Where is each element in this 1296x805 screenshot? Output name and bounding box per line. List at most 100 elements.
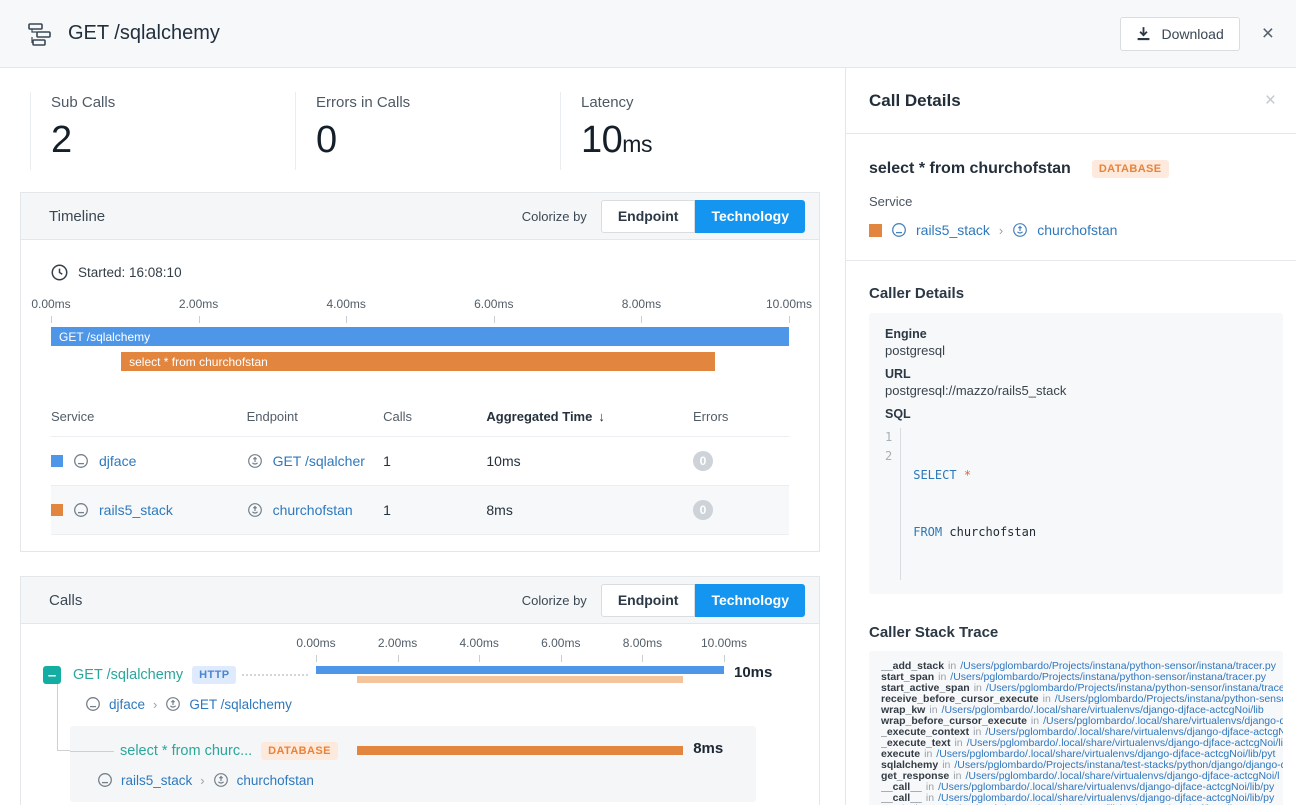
stack-frame-function: start_span: [881, 672, 934, 683]
database-badge: DATABASE: [1092, 160, 1169, 178]
stack-frame-path-link[interactable]: /Users/pglombardo/.local/share/virtualen…: [938, 793, 1274, 804]
stack-frame-path-link[interactable]: /Users/pglombardo/.local/share/virtualen…: [938, 782, 1274, 793]
stack-frame: _execute_textin/Users/pglombardo/.local/…: [881, 738, 1283, 749]
stack-frame-function: sqlalchemy: [881, 760, 938, 771]
col-calls[interactable]: Calls: [383, 401, 486, 437]
selected-call-block[interactable]: select * from churc... DATABASE 8ms rail…: [70, 726, 756, 802]
call-bar-database[interactable]: [357, 746, 683, 755]
toggle-technology-button[interactable]: Technology: [695, 584, 805, 617]
url-value: postgresql://mazzo/rails5_stack: [885, 383, 1267, 398]
stat-errors-in-calls: Errors in Calls 0: [295, 92, 560, 170]
stack-frame: wrap_before_cursor_executein/Users/pglom…: [881, 716, 1283, 727]
trace-detail-area: Sub Calls 2 Errors in Calls 0 Latency 10…: [0, 68, 845, 805]
engine-label: Engine: [885, 327, 1267, 341]
timeline-card-header: Timeline Colorize by Endpoint Technology: [21, 193, 819, 240]
service-link[interactable]: rails5_stack: [916, 222, 990, 238]
colorize-toggle: Endpoint Technology: [601, 584, 805, 617]
col-aggregated-time[interactable]: Aggregated Time↓: [486, 401, 693, 437]
endpoint-link[interactable]: GET /sqlalchemy: [189, 697, 292, 712]
timeline-bar-http[interactable]: GET /sqlalchemy: [51, 327, 789, 346]
call-name[interactable]: GET /sqlalchemy: [73, 667, 183, 683]
stack-trace-lines: __add_stackin/Users/pglombardo/Projects/…: [881, 661, 1283, 805]
stack-frame-path-link[interactable]: /Users/pglombardo/Projects/instana/test-…: [954, 760, 1283, 771]
stack-frame-path-link[interactable]: /Users/pglombardo/.local/share/virtualen…: [936, 749, 1275, 760]
endpoint-link[interactable]: churchofstan: [1037, 222, 1117, 238]
window-header: GET /sqlalchemy Download ×: [0, 0, 1296, 68]
stack-frame-path-link[interactable]: /Users/pglombardo/.local/share/virtualen…: [985, 727, 1283, 738]
call-details-panel: Call Details × select * from churchofsta…: [845, 68, 1296, 805]
stack-frame-function: execute: [881, 749, 920, 760]
colorize-label: Colorize by: [522, 209, 587, 224]
col-endpoint[interactable]: Endpoint: [247, 401, 384, 437]
download-button[interactable]: Download: [1120, 17, 1239, 51]
endpoint-icon: [1012, 222, 1028, 238]
call-row-database[interactable]: select * from churc... DATABASE 8ms: [70, 738, 756, 764]
stack-frame-function: get_response: [881, 771, 949, 782]
panel-header: Call Details ×: [846, 68, 1296, 134]
call-bar-http[interactable]: [316, 666, 724, 674]
service-link[interactable]: djface: [109, 697, 145, 712]
stack-frame-path-link[interactable]: /Users/pglombardo/Projects/instana/pytho…: [1055, 694, 1283, 705]
errors-badge: 0: [693, 451, 713, 471]
endpoint-link[interactable]: churchofstan: [273, 502, 353, 518]
col-errors[interactable]: Errors: [693, 401, 789, 437]
call-name[interactable]: select * from churc...: [120, 743, 252, 759]
sql-label: SQL: [885, 407, 1267, 421]
service-icon: [85, 696, 101, 712]
toggle-endpoint-button[interactable]: Endpoint: [601, 200, 696, 233]
tree-connector: [70, 751, 114, 752]
stack-frame-path-link[interactable]: /Users/pglombardo/.local/share/virtualen…: [942, 705, 1264, 716]
connector-line: [242, 674, 308, 676]
timeline-bar-database[interactable]: select * from churchofstan: [121, 352, 715, 371]
tree-connector: [57, 750, 71, 751]
stack-frame: get_responsein/Users/pglombardo/.local/s…: [881, 771, 1283, 782]
stack-frame: executein/Users/pglombardo/.local/share/…: [881, 749, 1283, 760]
service-link[interactable]: rails5_stack: [121, 773, 192, 788]
stack-frame-path-link[interactable]: /Users/pglombardo/Projects/instana/pytho…: [986, 683, 1283, 694]
toggle-endpoint-button[interactable]: Endpoint: [601, 584, 696, 617]
service-link[interactable]: rails5_stack: [99, 502, 173, 518]
toggle-technology-button[interactable]: Technology: [695, 200, 805, 233]
time-axis: 0.00ms2.00ms4.00ms6.00ms8.00ms10.00ms: [316, 636, 724, 662]
stack-frame-function: __call__: [881, 782, 922, 793]
selected-call-name: select * from churchofstan: [869, 160, 1071, 178]
stack-frame-path-link[interactable]: /Users/pglombardo/Projects/instana/pytho…: [960, 661, 1276, 672]
endpoint-icon: [247, 502, 263, 518]
endpoint-link[interactable]: churchofstan: [237, 773, 314, 788]
chevron-right-icon: ›: [153, 697, 157, 712]
stat-latency: Latency 10ms: [560, 92, 825, 170]
service-breadcrumb: rails5_stack › churchofstan: [869, 222, 1283, 238]
service-link[interactable]: djface: [99, 453, 136, 469]
service-color-swatch: [869, 224, 882, 237]
call-row-http[interactable]: – GET /sqlalchemy HTTP 10ms: [43, 662, 819, 688]
col-service[interactable]: Service: [51, 401, 247, 437]
table-row[interactable]: djface GET /sqlalcher 1 10ms 0: [51, 437, 789, 486]
http-badge: HTTP: [192, 666, 236, 684]
endpoint-icon: [165, 696, 181, 712]
service-icon: [73, 502, 89, 518]
calls-cell: 1: [383, 437, 486, 486]
stack-frame-function: start_active_span: [881, 683, 970, 694]
clock-icon: [51, 264, 68, 281]
stack-frame-function: wrap_kw: [881, 705, 925, 716]
close-icon[interactable]: ×: [1262, 23, 1274, 44]
stack-frame-function: wrap_before_cursor_execute: [881, 716, 1027, 727]
calls-card-header: Calls Colorize by Endpoint Technology: [21, 577, 819, 624]
panel-title: Call Details: [869, 91, 961, 111]
stack-frame: __add_stackin/Users/pglombardo/Projects/…: [881, 661, 1283, 672]
caller-details-box: Engine postgresql URL postgresql://mazzo…: [869, 313, 1283, 594]
collapse-button[interactable]: –: [43, 666, 61, 684]
table-row[interactable]: rails5_stack churchofstan 1 8ms 0: [51, 486, 789, 535]
panel-close-icon[interactable]: ×: [1265, 91, 1276, 110]
service-icon: [73, 453, 89, 469]
stack-frame-path-link[interactable]: /Users/pglombardo/Projects/instana/pytho…: [950, 672, 1266, 683]
stack-frame-function: _execute_text: [881, 738, 950, 749]
stack-frame-path-link[interactable]: /Users/pglombardo/.local/share/virtualen…: [965, 771, 1279, 782]
stack-frame: __call__in/Users/pglombardo/.local/share…: [881, 782, 1283, 793]
chevron-right-icon: ›: [200, 773, 204, 788]
url-label: URL: [885, 367, 1267, 381]
colorize-control: Colorize by Endpoint Technology: [522, 200, 805, 233]
stack-frame-path-link[interactable]: /Users/pglombardo/.local/share/virtualen…: [1043, 716, 1283, 727]
endpoint-link[interactable]: GET /sqlalcher: [273, 453, 365, 469]
stack-frame-path-link[interactable]: /Users/pglombardo/.local/share/virtualen…: [967, 738, 1283, 749]
